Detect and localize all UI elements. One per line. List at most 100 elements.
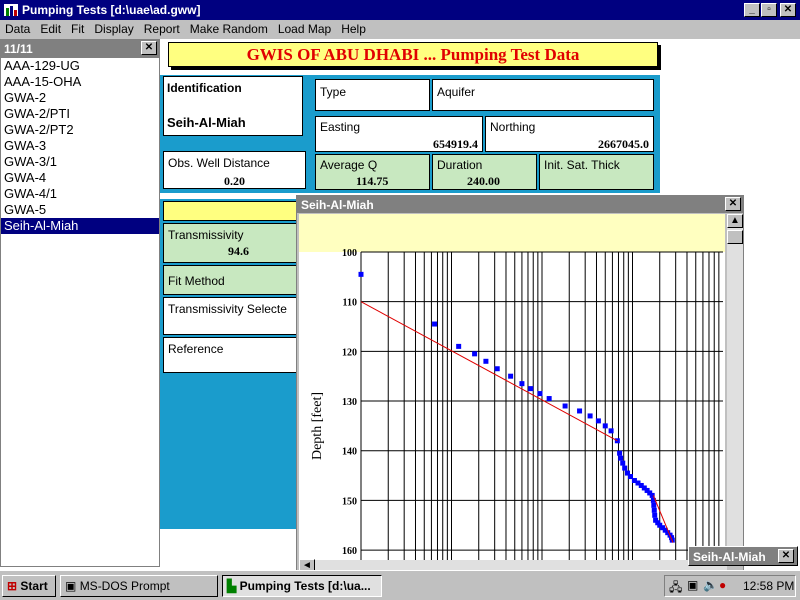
window-title: Pumping Tests [d:\uae\ad.gww]	[22, 3, 201, 17]
menu-bar: Data Edit Fit Display Report Make Random Load …	[0, 20, 800, 39]
list-item[interactable]: GWA-2/PT2	[1, 122, 159, 138]
transmissivity-selected-field[interactable]: Transmissivity Selecte	[163, 297, 297, 335]
y-tick-label: 130	[342, 397, 357, 408]
menu-make-random[interactable]: Make Random	[185, 20, 273, 36]
data-point	[577, 408, 583, 414]
transmissivity-label: Transmissivity	[168, 228, 244, 242]
vertical-scrollbar[interactable]: ▲	[727, 214, 743, 562]
duration-label: Duration	[437, 158, 483, 172]
data-point	[546, 396, 552, 402]
data-point	[358, 271, 364, 277]
average-q-field[interactable]: Average Q 114.75	[315, 154, 430, 190]
data-point	[528, 386, 534, 392]
list-item[interactable]: AAA-15-OHA	[1, 74, 159, 90]
list-item[interactable]: GWA-4	[1, 170, 159, 186]
taskbar: ⊞ Start ▣ MS-DOS Prompt ▙ Pumping Tests …	[0, 570, 800, 600]
data-point	[651, 507, 657, 513]
chart-background	[299, 214, 725, 560]
easting-value: 654919.4	[433, 137, 478, 151]
aquifer-field[interactable]: Aquifer	[432, 79, 654, 111]
chart-window: Seih-Al-Miah ✕ 100 110 120 130 140 150 160 Dept…	[296, 195, 744, 573]
data-point	[620, 460, 626, 466]
data-point	[652, 512, 658, 518]
chart-header-strip	[299, 214, 725, 252]
identification-label: Identification	[167, 81, 242, 95]
data-point	[651, 502, 657, 508]
transmissivity-selected-label: Transmissivity Selecte	[168, 302, 287, 316]
menu-display[interactable]: Display	[89, 20, 138, 36]
list-item[interactable]: GWA-4/1	[1, 186, 159, 202]
list-close-button[interactable]: ✕	[141, 41, 157, 55]
obs-well-distance-field[interactable]: Obs. Well Distance 0.20	[163, 151, 306, 189]
list-item[interactable]: GWA-5	[1, 202, 159, 218]
data-point	[519, 381, 525, 387]
duration-field[interactable]: Duration 240.00	[432, 154, 537, 190]
reference-field[interactable]: Reference	[163, 337, 297, 373]
duration-value: 240.00	[467, 174, 500, 188]
minimized-window-title: Seih-Al-Miah	[693, 550, 766, 564]
speaker-icon[interactable]: 🔈	[703, 578, 718, 592]
task-pumping-tests[interactable]: ▙ Pumping Tests [d:\ua...	[222, 575, 382, 597]
minimized-close-button[interactable]: ✕	[778, 549, 794, 563]
list-item[interactable]: GWA-2/PTI	[1, 106, 159, 122]
data-point	[494, 366, 500, 372]
restore-button[interactable]: ▫	[761, 3, 777, 17]
fit-method-label: Fit Method	[168, 274, 225, 288]
chart-window-title: Seih-Al-Miah	[301, 198, 374, 212]
scroll-thumb[interactable]	[727, 230, 743, 244]
antivirus-icon[interactable]: ●	[719, 578, 726, 592]
task-pumping-tests-label: Pumping Tests [d:\ua...	[239, 579, 371, 593]
title-bar: Pumping Tests [d:\uae\ad.gww] _ ▫ ✕	[0, 0, 800, 20]
menu-load-map[interactable]: Load Map	[273, 20, 336, 36]
chart-close-button[interactable]: ✕	[725, 197, 741, 211]
list-item[interactable]: GWA-3/1	[1, 154, 159, 170]
y-tick-label: 150	[342, 496, 357, 507]
obs-well-distance-value: 0.20	[224, 174, 245, 188]
display-icon[interactable]: ▣	[687, 578, 698, 592]
type-field[interactable]: Type	[315, 79, 430, 111]
average-q-value: 114.75	[356, 174, 389, 188]
list-item[interactable]: AAA-129-UG	[1, 58, 159, 74]
data-point	[508, 373, 514, 379]
data-point	[617, 450, 623, 456]
obs-well-distance-label: Obs. Well Distance	[168, 156, 270, 170]
average-q-label: Average Q	[320, 158, 378, 172]
network-icon[interactable]: 🖧	[669, 578, 682, 599]
start-button[interactable]: ⊞ Start	[2, 575, 56, 597]
menu-data[interactable]: Data	[0, 20, 35, 36]
minimize-button[interactable]: _	[744, 3, 760, 17]
init-sat-thick-field[interactable]: Init. Sat. Thick	[539, 154, 654, 190]
fit-method-field[interactable]: Fit Method	[163, 265, 297, 295]
identification-box[interactable]: Identification Seih-Al-Miah	[163, 76, 303, 136]
northing-field[interactable]: Northing 2667045.0	[485, 116, 654, 152]
data-point	[622, 465, 628, 471]
menu-report[interactable]: Report	[139, 20, 185, 36]
list-item[interactable]: GWA-3	[1, 138, 159, 154]
blank-yellow-field[interactable]	[163, 201, 297, 221]
identification-value: Seih-Al-Miah	[167, 115, 246, 130]
data-point	[602, 423, 608, 429]
close-button[interactable]: ✕	[780, 3, 796, 17]
scroll-up-arrow-icon[interactable]: ▲	[727, 214, 743, 228]
task-ms-dos-label: MS-DOS Prompt	[79, 579, 170, 593]
list-item[interactable]: GWA-2	[1, 90, 159, 106]
list-item-selected[interactable]: Seih-Al-Miah	[1, 218, 159, 234]
northing-value: 2667045.0	[598, 137, 649, 151]
drawdown-chart: 100 110 120 130 140 150 160 Depth [feet]	[299, 214, 725, 560]
y-tick-label: 110	[343, 298, 357, 309]
minimized-window[interactable]: Seih-Al-Miah ✕	[688, 546, 798, 566]
y-tick-label: 100	[342, 248, 357, 259]
y-axis-label: Depth [feet]	[310, 392, 325, 460]
reference-label: Reference	[168, 342, 224, 356]
task-ms-dos[interactable]: ▣ MS-DOS Prompt	[60, 575, 218, 597]
menu-edit[interactable]: Edit	[35, 20, 66, 36]
y-tick-label: 140	[342, 447, 357, 458]
aquifer-label: Aquifer	[437, 85, 476, 99]
system-tray: 🖧 ▣ 🔈 ● 12:58 PM	[664, 575, 796, 597]
menu-fit[interactable]: Fit	[66, 20, 89, 36]
easting-label: Easting	[320, 120, 361, 134]
easting-field[interactable]: Easting 654919.4	[315, 116, 483, 152]
type-label: Type	[320, 85, 347, 99]
transmissivity-field[interactable]: Transmissivity 94.6	[163, 223, 297, 263]
menu-help[interactable]: Help	[336, 20, 371, 36]
